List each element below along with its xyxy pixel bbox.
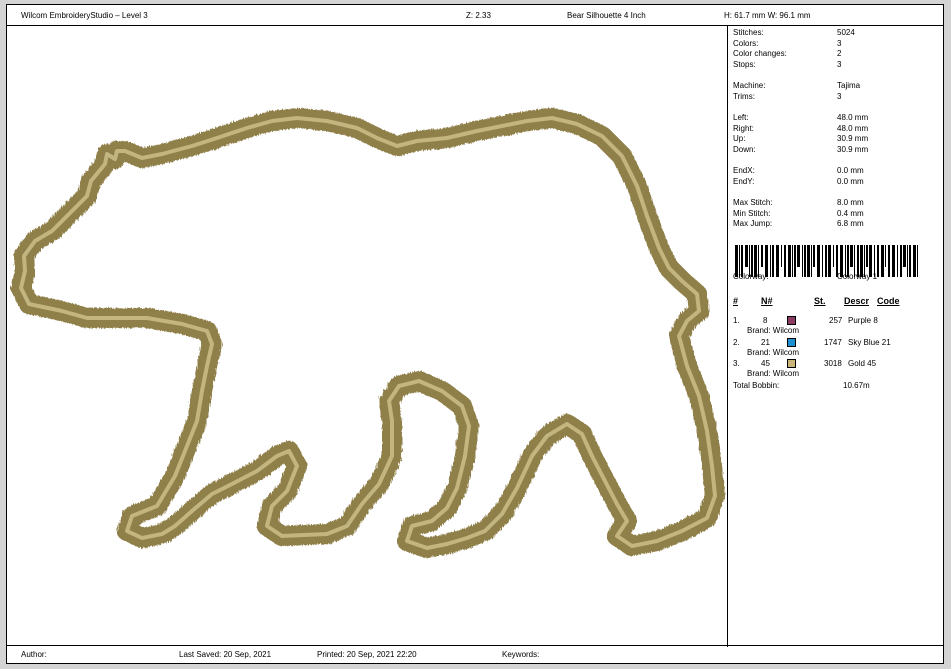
swatch-gold xyxy=(787,359,796,368)
print-preview-sheet: Wilcom EmbroideryStudio – Level 3 Z: 2.3… xyxy=(6,4,944,664)
bear-silhouette-embroidery xyxy=(11,108,725,558)
stat-stitches: Stitches: 5024 xyxy=(733,28,855,37)
stat-endy: EndY: 0.0 mm xyxy=(733,177,864,186)
stat-trims: Trims: 3 xyxy=(733,92,842,101)
total-bobbin: Total Bobbin: 10.67m xyxy=(733,381,870,390)
footer-printed: Printed: 20 Sep, 2021 22:20 xyxy=(317,650,417,659)
footer-last-saved: Last Saved: 20 Sep, 2021 xyxy=(179,650,272,659)
color-row-2: 2. 21 1747 Sky Blue 21 Brand: Wilcom xyxy=(733,338,891,357)
color-row-3: 3. 45 3018 Gold 45 Brand: Wilcom xyxy=(733,359,877,378)
header-bar: Wilcom EmbroideryStudio – Level 3 Z: 2.3… xyxy=(7,5,943,26)
design-size: H: 61.7 mm W: 96.1 mm xyxy=(724,11,811,20)
app-title: Wilcom EmbroideryStudio – Level 3 xyxy=(21,11,148,20)
col-header-num: # xyxy=(733,296,739,306)
footer-bar: Author: Last Saved: 20 Sep, 2021 Printed… xyxy=(7,645,943,663)
swatch-purple xyxy=(787,316,796,325)
colorway-row: Colorway: Colorway 1 xyxy=(733,272,878,281)
stat-down: Down: 30.9 mm xyxy=(733,145,869,154)
stat-max-stitch: Max Stitch: 8.0 mm xyxy=(733,198,864,207)
col-header-st: St. xyxy=(814,296,826,306)
footer-author: Author: xyxy=(21,650,47,659)
stat-color-changes: Color changes: 2 xyxy=(733,49,842,58)
design-info-panel: Stitches: 5024 Colors: 3 Color changes: 2 S… xyxy=(733,26,941,647)
design-name: Bear Silhouette 4 Inch xyxy=(567,11,646,20)
color-row-1: 1. 8 257 Purple 8 Brand: Wilcom xyxy=(733,316,878,335)
swatch-sky-blue xyxy=(787,338,796,347)
col-header-descr: Descr xyxy=(844,296,870,306)
col-header-code: Code xyxy=(877,296,900,306)
footer-keywords: Keywords: xyxy=(502,650,540,659)
col-header-n: N# xyxy=(761,296,773,306)
stat-machine: Machine: Tajima xyxy=(733,81,861,90)
stat-stops: Stops: 3 xyxy=(733,60,842,69)
zoom-level: Z: 2.33 xyxy=(466,11,491,20)
bear-outline-thread xyxy=(21,118,715,548)
stat-up: Up: 30.9 mm xyxy=(733,134,869,143)
design-canvas xyxy=(7,26,728,647)
stat-endx: EndX: 0.0 mm xyxy=(733,166,864,175)
stat-left: Left: 48.0 mm xyxy=(733,113,869,122)
stat-max-jump: Max Jump: 6.8 mm xyxy=(733,219,864,228)
